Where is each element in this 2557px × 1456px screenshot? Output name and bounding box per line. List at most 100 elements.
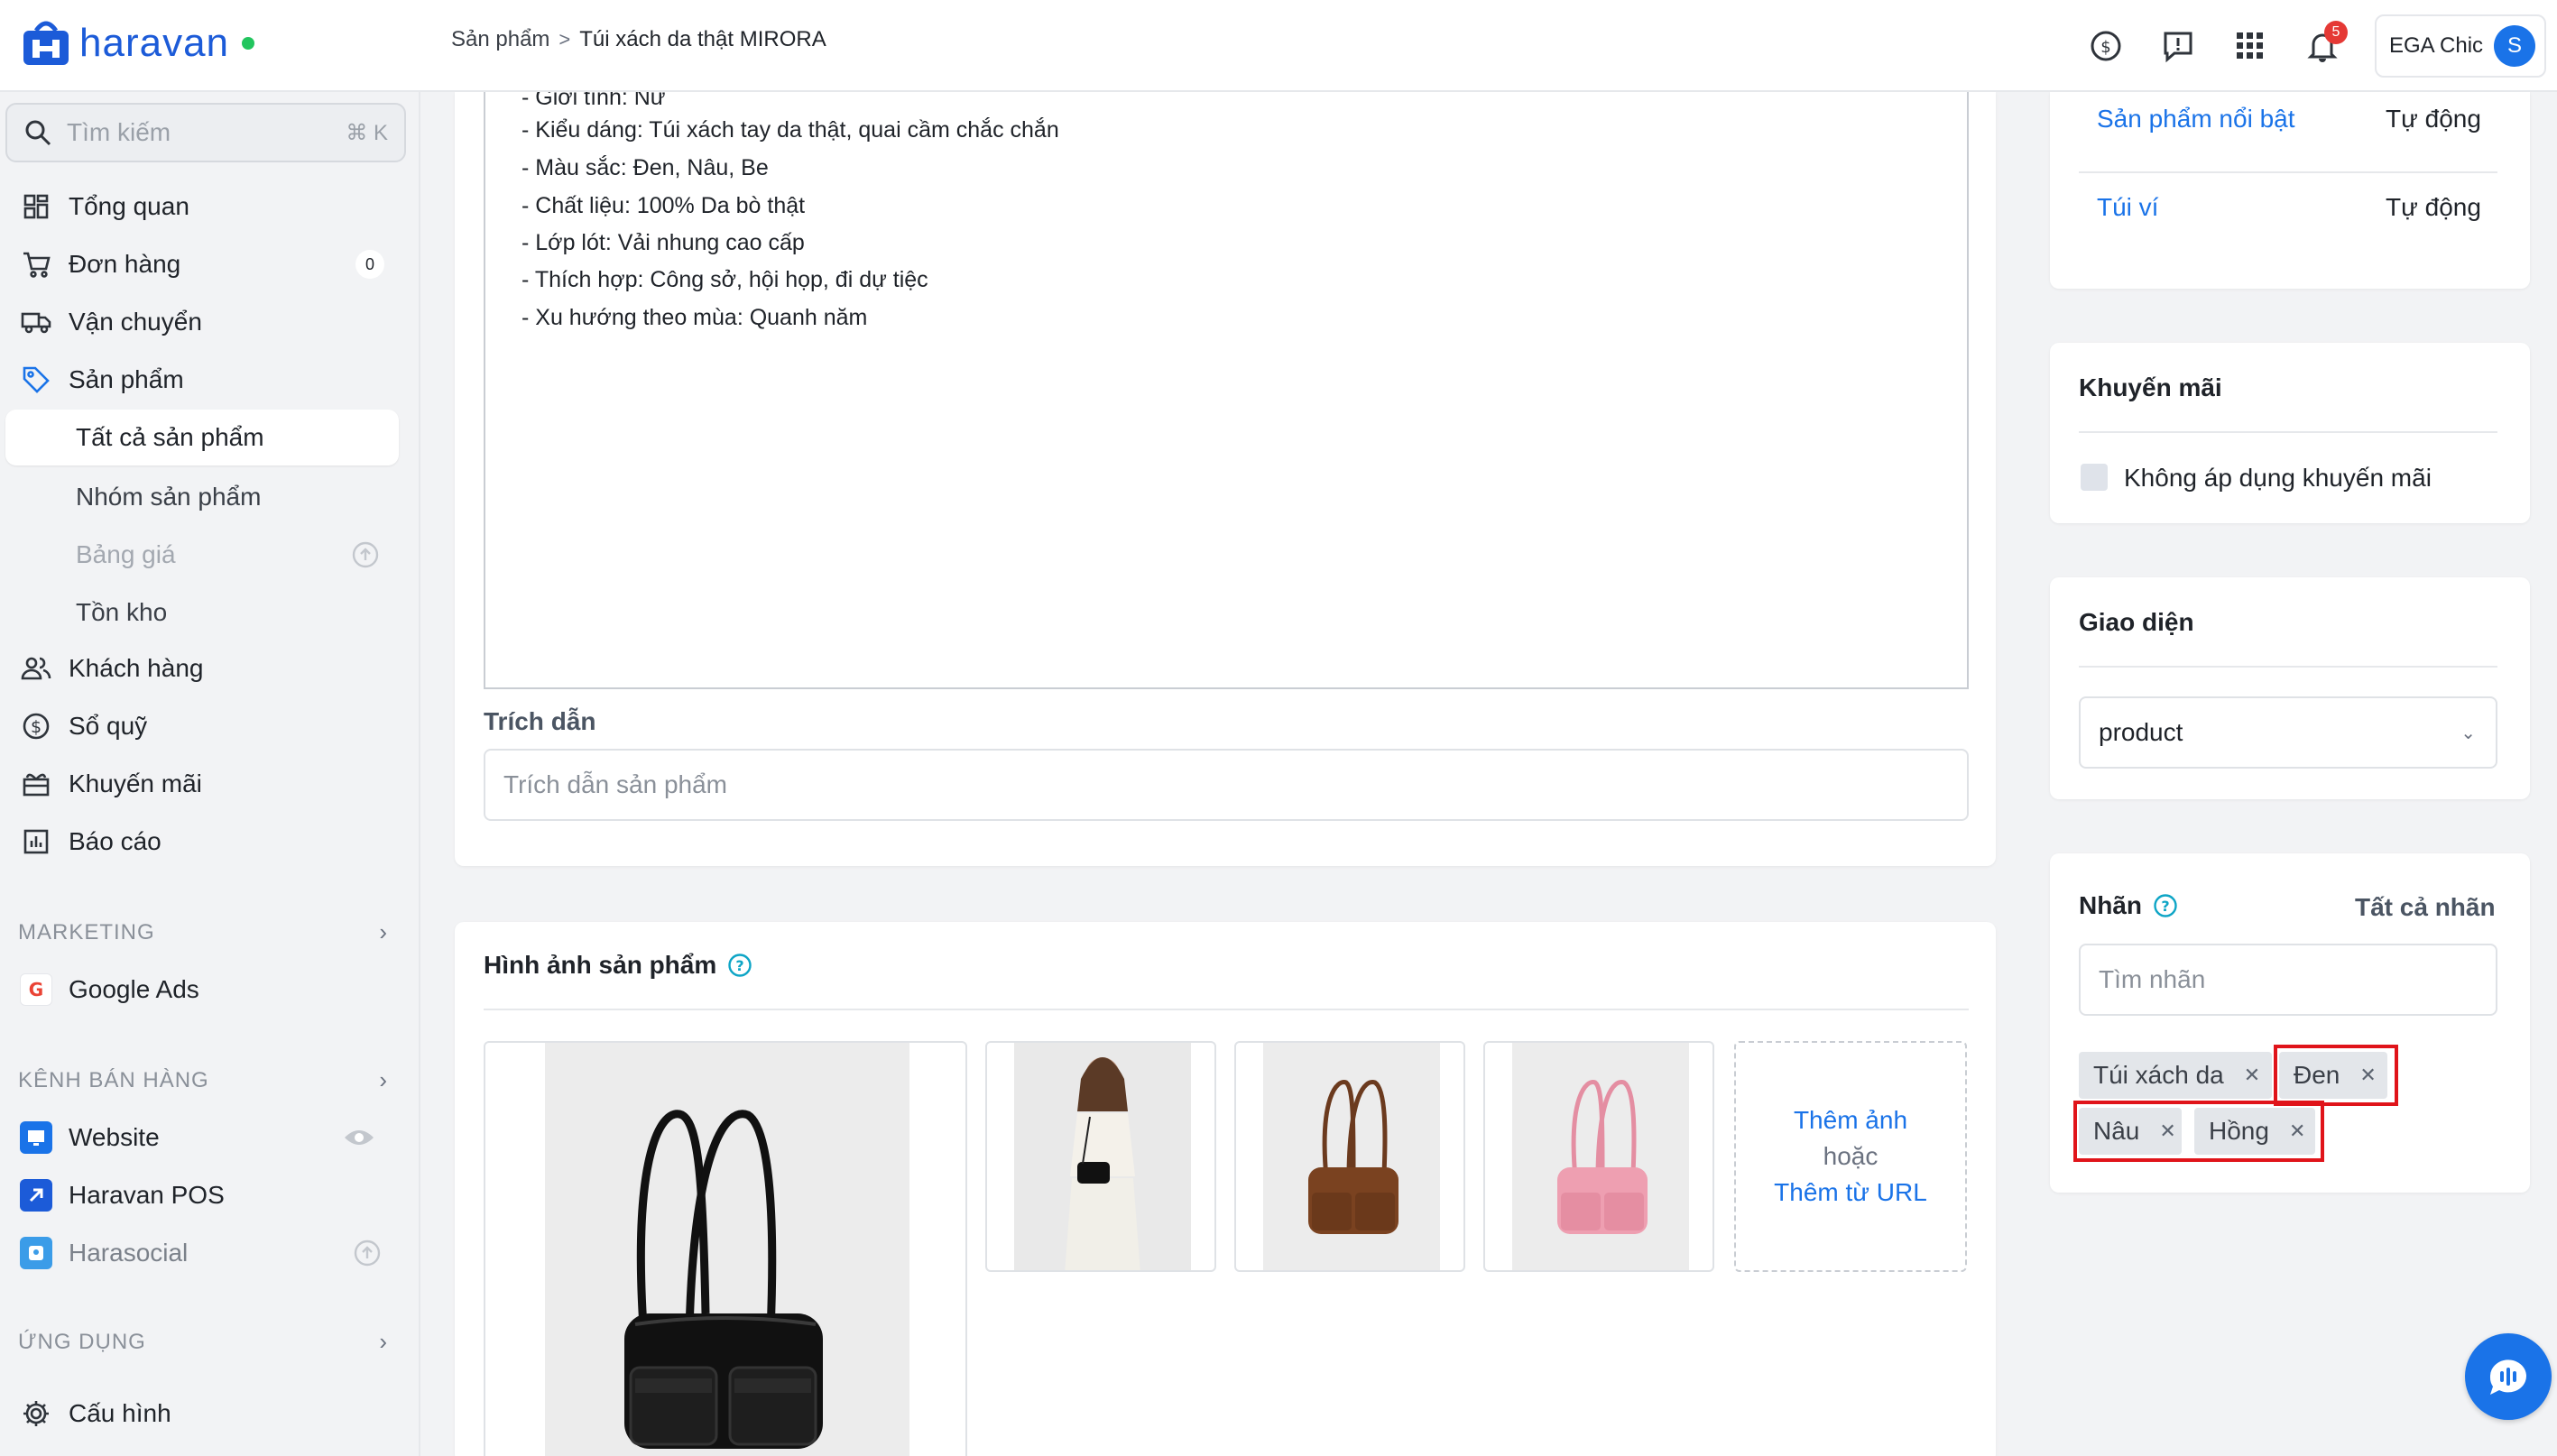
editor-line: - Lớp lót: Vải nhung cao cấp <box>522 230 805 255</box>
sidebar-item-shipping[interactable]: Vận chuyển <box>0 296 420 348</box>
apps-section-header[interactable]: ỨNG DỤNG › <box>18 1328 388 1356</box>
help-icon[interactable]: ? <box>2153 893 2178 918</box>
sidebar-subitem-all-products[interactable]: Tất cả sản phẩm <box>5 410 399 465</box>
sidebar-item-label: Cấu hình <box>69 1399 171 1427</box>
editor-line: - Màu sắc: Đen, Nâu, Be <box>522 155 769 180</box>
sidebar-item-label: Haravan POS <box>69 1181 225 1209</box>
eye-icon[interactable] <box>343 1127 375 1148</box>
product-image-pink[interactable] <box>1483 1041 1714 1272</box>
svg-text:?: ? <box>2161 898 2169 915</box>
sidebar-item-cashbook[interactable]: $ Sổ quỹ <box>0 700 420 752</box>
sidebar-item-haravan-pos[interactable]: Haravan POS <box>0 1169 420 1221</box>
help-icon[interactable]: ? <box>727 953 752 978</box>
all-tags-link[interactable]: Tất cả nhãn <box>2355 893 2496 922</box>
collection-type: Tự động <box>2386 193 2481 221</box>
notifications-button[interactable]: 5 <box>2286 10 2359 82</box>
black-handbag-image <box>624 1110 823 1449</box>
gift-icon <box>20 768 52 800</box>
close-icon[interactable]: ✕ <box>2244 1064 2260 1087</box>
dollar-icon: $ <box>20 710 52 742</box>
sidebar-item-label: Khuyến mãi <box>69 769 202 797</box>
chevron-right-icon: › <box>379 1328 388 1355</box>
theme-select[interactable]: product ⌄ <box>2079 696 2497 769</box>
divider <box>484 1009 1969 1010</box>
sidebar-item-reports[interactable]: Báo cáo <box>0 816 420 868</box>
no-promotion-checkbox[interactable] <box>2081 464 2108 491</box>
sidebar-item-label: Sổ quỹ <box>69 712 148 740</box>
feedback-button[interactable] <box>2142 10 2214 82</box>
add-image-dropzone[interactable]: Thêm ảnh hoặc Thêm từ URL <box>1734 1041 1967 1272</box>
breadcrumb-parent[interactable]: Sản phẩm <box>451 27 549 52</box>
top-bar: haravan Sản phẩm > Túi xách da thật MIRO… <box>0 0 2557 92</box>
tag-icon <box>20 364 52 396</box>
feedback-icon <box>2164 32 2192 63</box>
history-button[interactable]: $ <box>2070 10 2142 82</box>
chat-button[interactable] <box>2465 1333 2552 1420</box>
sidebar-item-promotions[interactable]: Khuyến mãi <box>0 758 420 810</box>
store-name: EGA Chic <box>2389 33 2484 58</box>
sidebar-item-harasocial[interactable]: Harasocial <box>0 1227 420 1279</box>
sidebar-item-label: Website <box>69 1123 160 1151</box>
product-image-model[interactable] <box>985 1041 1216 1272</box>
cart-icon <box>20 248 52 281</box>
sidebar-subitem-product-groups[interactable]: Nhóm sản phẩm <box>5 469 399 525</box>
sidebar-item-settings[interactable]: Cấu hình <box>0 1387 420 1440</box>
product-image-brown[interactable] <box>1234 1041 1465 1272</box>
breadcrumb-separator: > <box>558 28 571 51</box>
tags-title: Nhãn ? <box>2079 891 2178 920</box>
excerpt-label: Trích dẫn <box>484 707 596 735</box>
search-shortcut: ⌘ K <box>346 120 388 145</box>
add-image-link[interactable]: Thêm ảnh <box>1794 1106 1907 1135</box>
chat-icon <box>2489 1359 2526 1395</box>
product-image-main[interactable] <box>484 1041 967 1456</box>
add-from-url-link[interactable]: Thêm từ URL <box>1774 1178 1927 1207</box>
website-icon <box>20 1121 52 1154</box>
breadcrumb: Sản phẩm > Túi xách da thật MIRORA <box>451 27 826 52</box>
sidebar-item-overview[interactable]: Tổng quan <box>0 180 420 233</box>
svg-text:$: $ <box>31 717 42 737</box>
sidebar-subitem-price-list[interactable]: Bảng giá <box>5 527 399 583</box>
description-editor[interactable]: - Giới tính: Nữ - Kiểu dáng: Túi xách ta… <box>484 85 1969 689</box>
sidebar-item-website[interactable]: Website <box>0 1111 420 1164</box>
sidebar-subitem-label: Tồn kho <box>76 598 168 626</box>
chevron-right-icon: › <box>379 1066 388 1093</box>
editor-line: - Chất liệu: 100% Da bò thật <box>522 193 806 218</box>
sidebar-item-label: Google Ads <box>69 975 199 1003</box>
sidebar-item-label: Khách hàng <box>69 654 204 682</box>
sidebar-subitem-inventory[interactable]: Tồn kho <box>5 585 399 640</box>
or-text: hoặc <box>1823 1142 1879 1170</box>
sidebar-item-label: Báo cáo <box>69 827 162 855</box>
customers-icon <box>20 652 52 685</box>
search-input[interactable]: Tìm kiếm ⌘ K <box>5 103 406 162</box>
store-switcher[interactable]: EGA Chic S <box>2375 14 2546 78</box>
tag-chip[interactable]: Túi xách da ✕ <box>2079 1052 2272 1099</box>
search-icon <box>25 120 51 146</box>
chevron-down-icon: ⌄ <box>2460 723 2476 743</box>
collection-link[interactable]: Túi ví <box>2097 193 2158 222</box>
collection-link[interactable]: Sản phẩm nổi bật <box>2097 105 2295 134</box>
divider <box>2079 431 2497 433</box>
promotion-title: Khuyến mãi <box>2079 373 2222 401</box>
google-icon: G <box>20 973 52 1006</box>
sidebar-item-google-ads[interactable]: G Google Ads <box>0 963 420 1016</box>
sidebar-item-customers[interactable]: Khách hàng <box>0 642 420 695</box>
sidebar-item-products[interactable]: Sản phẩm <box>0 354 420 406</box>
sidebar-subitem-label: Nhóm sản phẩm <box>76 483 262 511</box>
pink-handbag-image <box>1557 1080 1648 1234</box>
marketing-section-header[interactable]: MARKETING › <box>18 918 388 946</box>
editor-line: - Xu hướng theo mùa: Quanh năm <box>522 305 868 330</box>
haravan-logo[interactable]: haravan <box>18 16 255 70</box>
tag-label: Túi xách da <box>2093 1061 2224 1089</box>
svg-text:$: $ <box>2100 38 2110 57</box>
excerpt-input[interactable]: Trích dẫn sản phẩm <box>484 749 1969 821</box>
apps-grid-button[interactable] <box>2214 10 2286 82</box>
sidebar-item-label: Sản phẩm <box>69 365 184 393</box>
model-photo-image <box>1065 1057 1140 1270</box>
tag-search-input[interactable]: Tìm nhãn <box>2079 944 2497 1016</box>
promotion-card <box>2050 343 2530 523</box>
sidebar-item-orders[interactable]: Đơn hàng 0 <box>0 238 420 290</box>
sales-channels-section-header[interactable]: KÊNH BÁN HÀNG › <box>18 1066 388 1094</box>
divider <box>2079 666 2497 668</box>
harasocial-icon <box>20 1237 52 1269</box>
card-title-text: Hình ảnh sản phẩm <box>484 951 717 979</box>
